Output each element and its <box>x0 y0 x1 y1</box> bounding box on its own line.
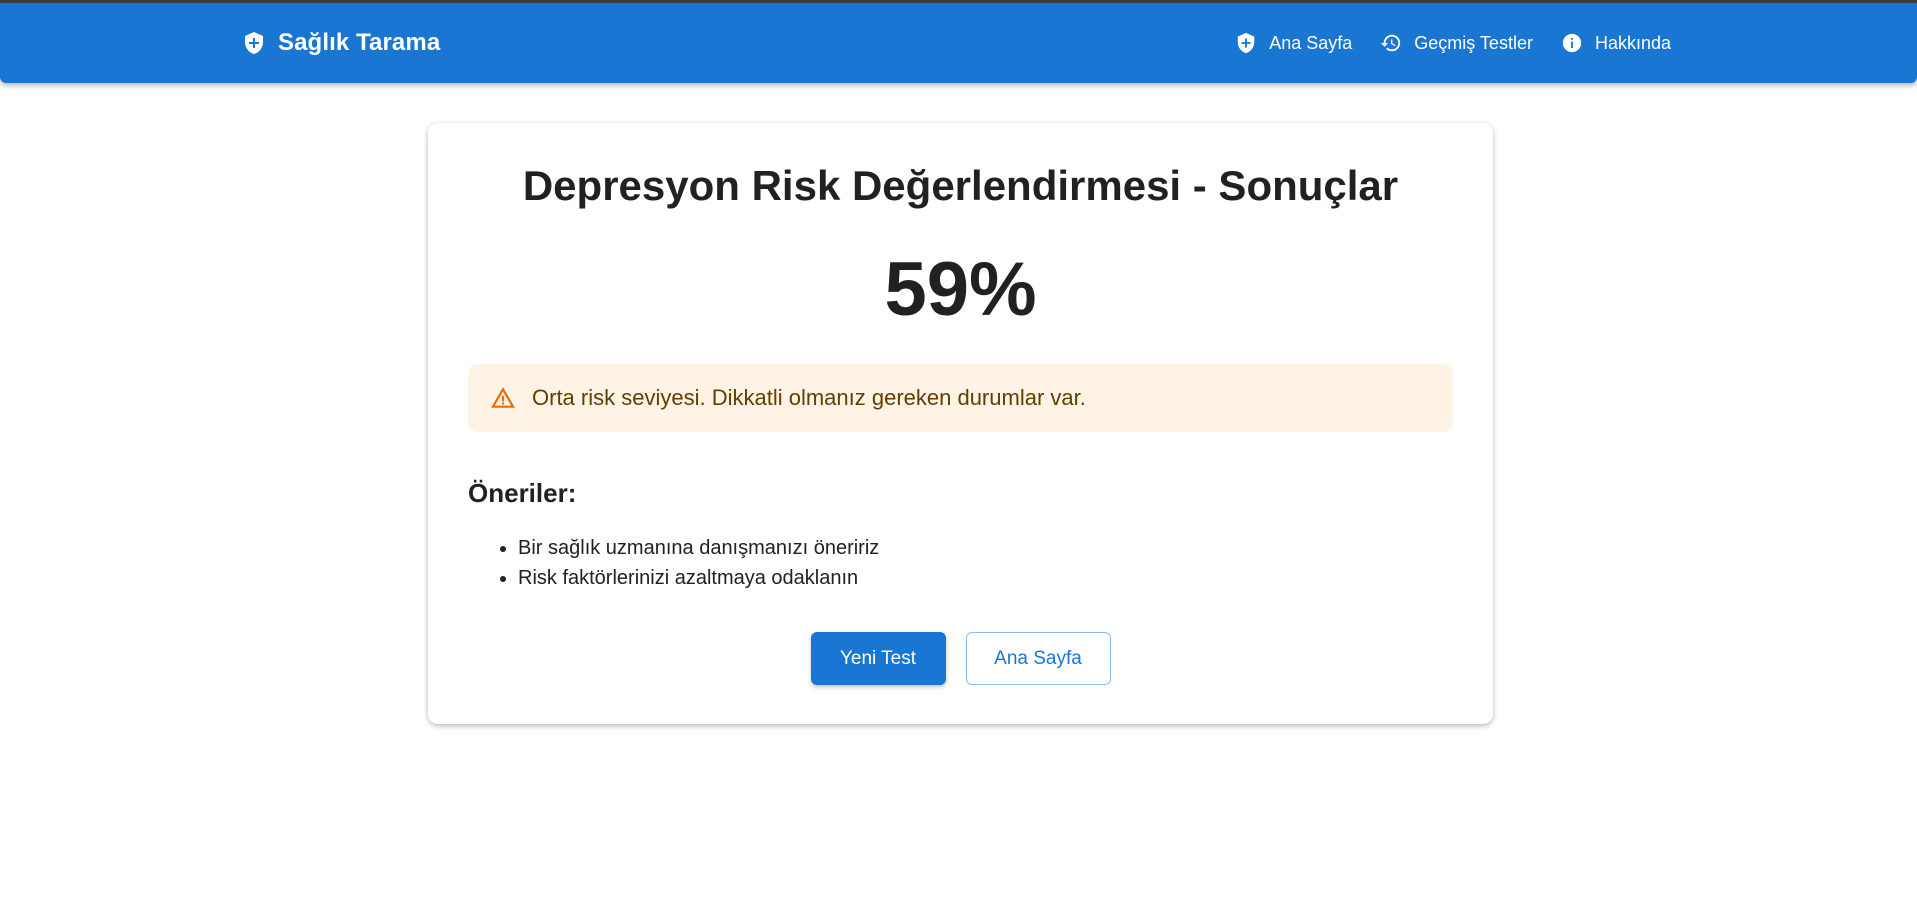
risk-alert-text: Orta risk seviyesi. Dikkatli olmanız ger… <box>532 385 1086 410</box>
list-item: Bir sağlık uzmanına danışmanızı öneririz <box>518 533 879 563</box>
list-item: Risk faktörlerinizi azaltmaya odaklanın <box>518 563 879 593</box>
risk-score: 59% <box>884 247 1037 332</box>
nav-about[interactable]: Hakkında <box>1561 32 1671 54</box>
nav-home-label: Ana Sayfa <box>1269 32 1353 53</box>
nav-history-label: Geçmiş Testler <box>1414 32 1533 53</box>
history-icon <box>1381 34 1401 52</box>
app-bar: Sağlık Tarama Ana Sayfa Geçmiş Testler H… <box>0 0 1917 83</box>
shield-plus-icon <box>245 32 263 54</box>
result-card: Depresyon Risk Değerlendirmesi - Sonuçla… <box>428 123 1493 724</box>
home-button[interactable]: Ana Sayfa <box>965 632 1111 685</box>
recommendations-title: Öneriler: <box>468 478 577 508</box>
nav-about-label: Hakkında <box>1594 32 1671 53</box>
recommendations-list: Bir sağlık uzmanına danışmanızı öneririz… <box>518 533 879 593</box>
result-title: Depresyon Risk Değerlendirmesi - Sonuçla… <box>522 162 1399 209</box>
new-test-button[interactable]: Yeni Test <box>810 632 946 685</box>
nav-history[interactable]: Geçmiş Testler <box>1380 32 1533 54</box>
brand-title: Sağlık Tarama <box>278 29 441 56</box>
main-nav: Ana Sayfa Geçmiş Testler Hakkında <box>1235 3 1671 83</box>
warning-icon <box>491 387 515 408</box>
risk-alert: Orta risk seviyesi. Dikkatli olmanız ger… <box>468 364 1453 432</box>
brand[interactable]: Sağlık Tarama <box>242 3 440 83</box>
shield-plus-icon <box>1237 32 1255 54</box>
action-buttons: Yeni Test Ana Sayfa <box>428 632 1493 685</box>
info-icon <box>1562 33 1582 53</box>
nav-home[interactable]: Ana Sayfa <box>1235 32 1352 54</box>
